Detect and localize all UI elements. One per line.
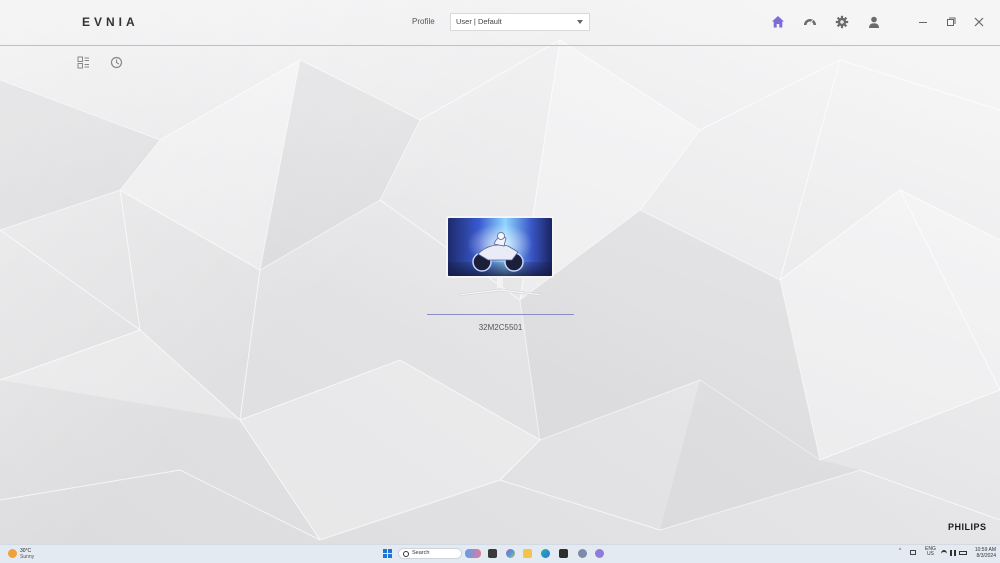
user-icon[interactable] [867,15,881,29]
region-code: US [926,551,934,557]
clock-date: 8/3/2024 [976,553,996,559]
taskbar-clock[interactable]: 10:59 AM 8/3/2024 [972,547,996,559]
edge-browser-icon[interactable] [541,549,550,558]
taskbar-search-label: Search [412,550,430,556]
monitor-model-name: 32M2C5501 [478,323,523,332]
monitor-stand-base [458,288,542,296]
settings-icon[interactable] [835,15,849,29]
chevron-down-icon [577,20,583,24]
profile-dropdown[interactable]: User | Default [450,13,590,31]
file-explorer-icon[interactable] [523,549,532,558]
language-indicator[interactable]: ENG US [925,547,936,557]
widgets-icon[interactable] [465,549,481,558]
close-icon[interactable] [972,15,986,29]
philips-logo: PHILIPS [948,522,987,532]
search-icon [403,551,409,557]
profile-dropdown-value: User | Default [456,17,502,26]
motorcycle-illustration [472,232,524,272]
history-icon[interactable] [110,56,123,69]
keyboard-icon[interactable] [910,550,916,555]
sun-icon [8,549,17,558]
header-divider [0,45,1000,46]
home-icon[interactable] [771,15,785,29]
battery-icon[interactable] [959,551,967,555]
monitor-screen [446,216,554,278]
taskbar-search[interactable]: Search [398,548,462,559]
weather-desc: Sunny [20,554,35,560]
model-underline [427,314,574,315]
weather-widget[interactable]: 30°C Sunny [8,547,48,561]
windows-start-icon[interactable] [383,549,392,558]
grid-view-icon[interactable] [77,56,90,69]
app-brand: EVNIA [82,15,139,29]
profile-label: Profile [412,17,435,26]
title-bar: EVNIA Profile User | Default [0,0,1000,45]
store-icon[interactable] [559,549,568,558]
minimize-icon[interactable] [916,15,930,29]
evnia-app-icon[interactable] [595,549,604,558]
monitor-stand-neck [497,278,503,288]
monitor-device-image[interactable] [445,215,555,297]
volume-icon[interactable] [950,550,956,556]
restore-icon[interactable] [944,15,958,29]
copilot-icon[interactable] [506,549,515,558]
dashboard-icon[interactable] [803,15,817,29]
tray-expand-icon[interactable]: ^ [899,548,901,554]
settings-app-icon[interactable] [578,549,587,558]
windows-taskbar: 30°C Sunny Search ^ ENG US 10:59 AM 8/3/… [0,544,1000,563]
task-view-icon[interactable] [488,549,497,558]
wifi-icon[interactable] [941,550,947,558]
